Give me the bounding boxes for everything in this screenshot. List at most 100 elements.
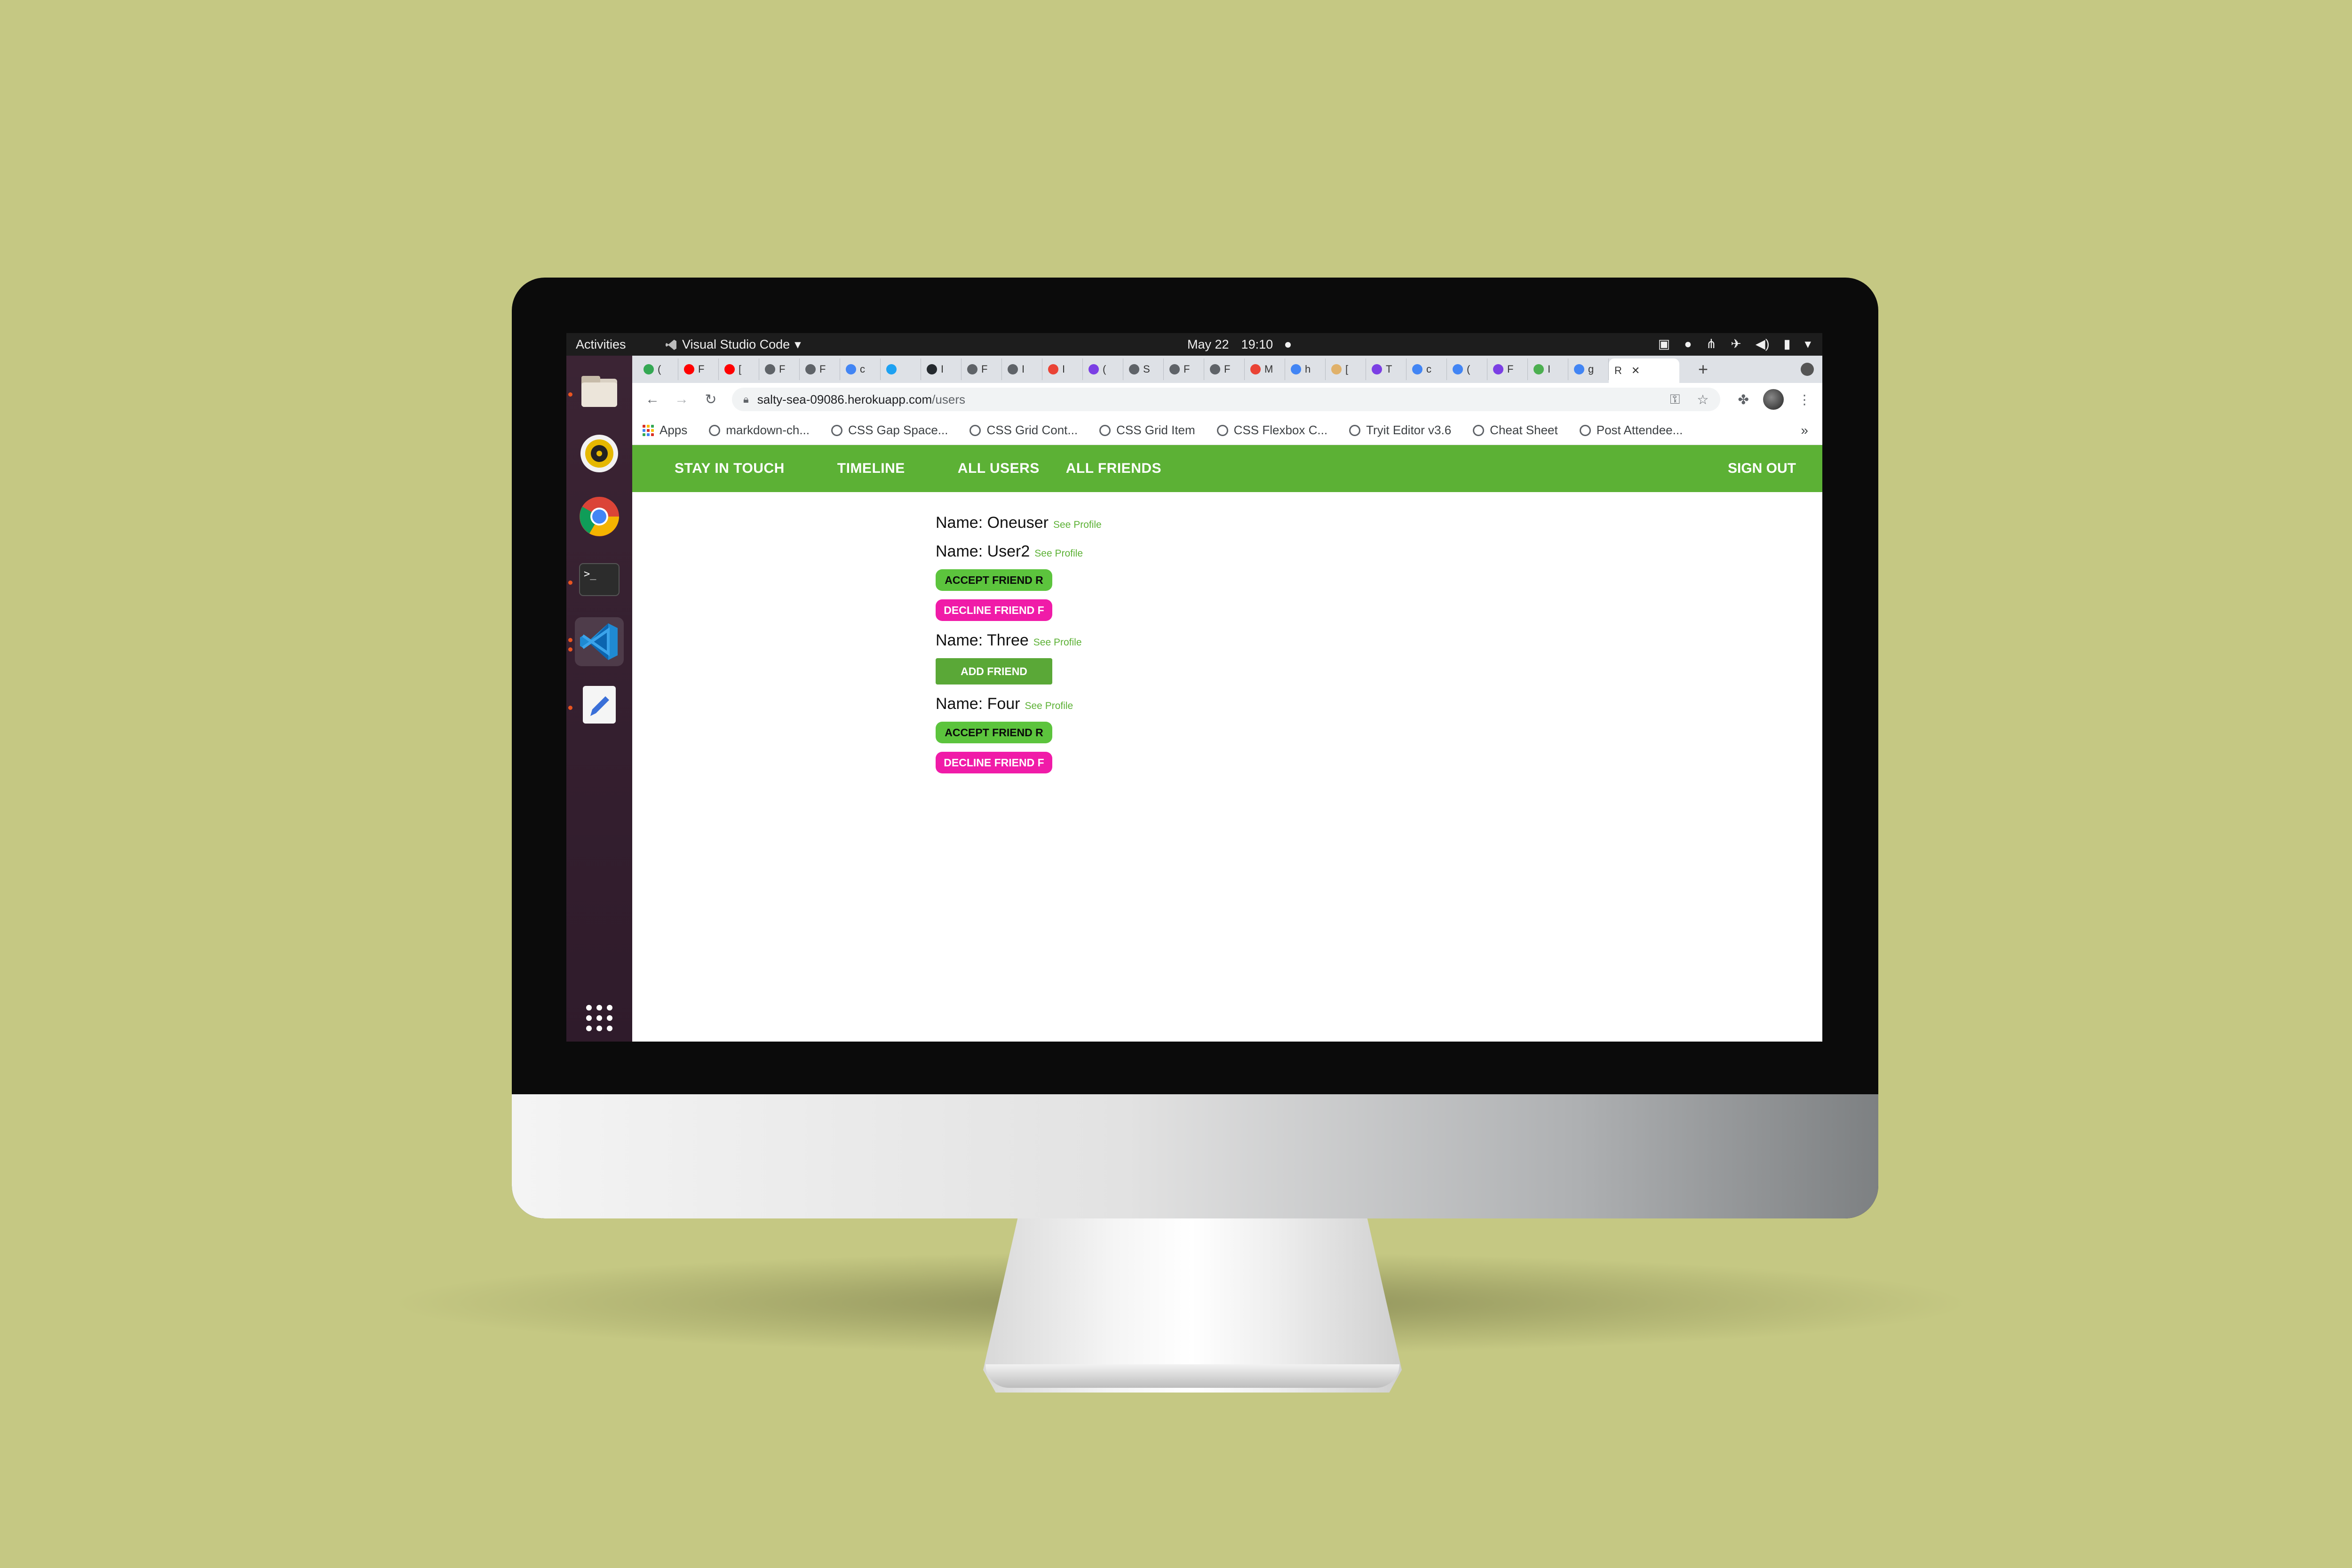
browser-tab[interactable]: I (1042, 358, 1083, 380)
browser-tab-active[interactable]: R ✕ (1609, 358, 1679, 383)
tab-title: F (698, 363, 705, 375)
files-icon[interactable] (575, 367, 624, 416)
airplane-icon[interactable]: ✈ (1731, 337, 1741, 351)
browser-tab[interactable]: F (1164, 358, 1204, 380)
rhythmbox-icon[interactable] (575, 429, 624, 478)
bookmark-item[interactable]: CSS Flexbox C... (1216, 423, 1327, 438)
see-profile-link[interactable]: See Profile (1033, 637, 1082, 648)
browser-tab[interactable]: [ (1326, 358, 1366, 380)
browser-tab[interactable]: M (1245, 358, 1285, 380)
tab-title: T (1386, 363, 1392, 375)
nav-timeline-link[interactable]: TIMELINE (837, 461, 905, 477)
network-icon[interactable]: ⋔ (1706, 337, 1717, 351)
bookmark-label: Apps (660, 423, 688, 437)
bookmark-item[interactable]: Tryit Editor v3.6 (1349, 423, 1451, 438)
app-navbar: STAY IN TOUCH TIMELINE ALL USERS ALL FRI… (632, 445, 1822, 492)
bookmark-item[interactable]: CSS Grid Cont... (969, 423, 1078, 438)
browser-tab[interactable]: T (1366, 358, 1406, 380)
bookmark-item[interactable]: Cheat Sheet (1473, 423, 1558, 438)
screen: Activities Visual Studio Code ▾ May 22 1… (566, 333, 1822, 1042)
browser-tab[interactable]: ( (1083, 358, 1123, 380)
globe-icon (1579, 424, 1591, 436)
tab-favicon-icon (1129, 364, 1139, 374)
clock[interactable]: May 22 19:10 (1187, 337, 1291, 352)
browser-tab[interactable] (881, 358, 921, 380)
key-icon[interactable]: ⚿ (1670, 392, 1680, 407)
decline-friend-request-button[interactable]: DECLINE FRIEND F (936, 599, 1052, 621)
back-icon[interactable]: ← (644, 391, 660, 407)
browser-tab[interactable]: F (961, 358, 1002, 380)
system-tray[interactable]: ▣ ● ⋔ ✈ ◀) ▮ ▾ (1658, 337, 1811, 351)
show-apps-icon[interactable] (575, 994, 624, 1042)
text-editor-icon[interactable] (575, 680, 624, 729)
star-icon[interactable]: ☆ (1697, 392, 1708, 407)
tab-search-icon[interactable] (1801, 363, 1814, 376)
decline-friend-request-button[interactable]: DECLINE FRIEND F (936, 752, 1052, 773)
accept-friend-request-button[interactable]: ACCEPT FRIEND R (936, 569, 1052, 591)
accept-friend-request-button[interactable]: ACCEPT FRIEND R (936, 722, 1052, 743)
bookmark-label: Cheat Sheet (1490, 423, 1558, 437)
browser-tab[interactable]: F (678, 358, 719, 380)
kebab-menu-icon[interactable]: ⋮ (1798, 392, 1811, 407)
browser-tab[interactable]: c (1406, 358, 1447, 380)
browser-tab[interactable]: F (759, 358, 800, 380)
browser-tab[interactable]: [ (719, 358, 759, 380)
browser-tab[interactable]: g (1568, 358, 1609, 380)
browser-tab[interactable]: F (800, 358, 840, 380)
chrome-tray-icon[interactable]: ● (1684, 337, 1692, 351)
bookmark-item[interactable]: markdown-ch... (709, 423, 810, 438)
see-profile-link[interactable]: See Profile (1053, 519, 1102, 531)
close-icon[interactable]: ✕ (1631, 365, 1640, 377)
tab-favicon-icon (1331, 364, 1342, 374)
browser-tab[interactable]: I (1528, 358, 1568, 380)
forward-icon[interactable]: → (674, 391, 690, 407)
svg-text:>_: >_ (584, 568, 596, 580)
running-indicator (568, 638, 572, 642)
nav-all-friends-link[interactable]: ALL FRIENDS (1066, 461, 1161, 477)
chrome-icon[interactable] (575, 492, 624, 541)
bookmark-item[interactable]: CSS Gap Space... (831, 423, 948, 438)
profile-avatar[interactable] (1763, 389, 1784, 410)
lock-icon[interactable]: 🔒︎ (743, 393, 749, 406)
clock-date: May 22 (1187, 337, 1229, 351)
bookmark-item[interactable]: Post Attendee... (1579, 423, 1683, 438)
tab-title: F (1224, 363, 1231, 375)
tab-favicon-icon (644, 364, 654, 374)
terminal-icon[interactable]: >_ (575, 555, 624, 604)
sign-out-link[interactable]: SIGN OUT (1728, 461, 1796, 477)
browser-tab[interactable]: I (921, 358, 961, 380)
bookmark-apps[interactable]: Apps (643, 423, 687, 438)
extensions-icon[interactable]: ✤ (1738, 392, 1749, 407)
browser-tab[interactable]: F (1487, 358, 1528, 380)
bookmarks-overflow-icon[interactable]: » (1801, 423, 1808, 438)
browser-tab[interactable]: S (1123, 358, 1164, 380)
browser-toolbar: ← → ↻ 🔒︎ salty-sea-09086.herokuapp.com/u… (632, 383, 1822, 416)
nav-all-users-link[interactable]: ALL USERS (958, 461, 1040, 477)
nav-brand-link[interactable]: STAY IN TOUCH (675, 461, 785, 477)
see-profile-link[interactable]: See Profile (1034, 548, 1083, 559)
bookmark-label: CSS Grid Item (1116, 423, 1195, 437)
battery-icon[interactable]: ▮ (1784, 337, 1791, 351)
see-profile-link[interactable]: See Profile (1025, 700, 1073, 712)
globe-icon (1349, 424, 1361, 436)
new-tab-button[interactable]: + (1698, 359, 1708, 379)
browser-tab[interactable]: h (1285, 358, 1326, 380)
browser-tab[interactable]: c (840, 358, 881, 380)
reload-icon[interactable]: ↻ (703, 391, 719, 408)
bookmark-label: markdown-ch... (726, 423, 810, 437)
activities-button[interactable]: Activities (576, 337, 626, 352)
address-bar[interactable]: 🔒︎ salty-sea-09086.herokuapp.com/users ⚿… (732, 388, 1720, 411)
add-friend-button[interactable]: ADD FRIEND (936, 658, 1052, 685)
browser-tab[interactable]: F (1204, 358, 1245, 380)
browser-window: (F[F Fc I F I I(S F F Mh[Tc(F Ig R ✕ + ← → ↻ 🔒︎ salt… (632, 356, 1822, 1042)
chevron-down-icon[interactable]: ▾ (1804, 337, 1811, 351)
browser-tab[interactable]: ( (1447, 358, 1487, 380)
browser-tab[interactable]: ( (638, 358, 678, 380)
vscode-icon[interactable] (575, 617, 624, 666)
app-menu[interactable]: Visual Studio Code ▾ (665, 337, 801, 352)
user-entry: Name: Four See Profile ACCEPT FRIEND R D… (936, 695, 1822, 773)
bookmark-item[interactable]: CSS Grid Item (1099, 423, 1195, 438)
volume-icon[interactable]: ◀) (1756, 337, 1770, 351)
display-icon[interactable]: ▣ (1658, 337, 1670, 351)
browser-tab[interactable]: I (1002, 358, 1042, 380)
